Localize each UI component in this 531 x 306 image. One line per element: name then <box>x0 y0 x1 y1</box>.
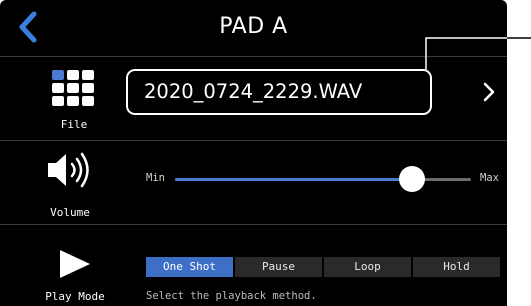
play-mode-option-loop[interactable]: Loop <box>324 257 411 277</box>
filename-text: 2020_0724_2229.WAV <box>144 80 363 103</box>
speaker-icon <box>44 150 96 190</box>
play-mode-selector: One Shot Pause Loop Hold <box>146 257 500 277</box>
play-mode-hint: Select the playback method. <box>146 290 317 302</box>
play-mode-label: Play Mode <box>45 290 105 303</box>
device-screen: PAD A File 2020_0724_2229.WAV Volume Min… <box>0 0 507 306</box>
file-label: File <box>60 118 88 131</box>
volume-label: Volume <box>50 206 90 219</box>
chevron-right-icon <box>483 82 495 102</box>
grid-icon <box>52 70 94 106</box>
slider-max-label: Max <box>480 172 499 184</box>
divider <box>0 56 507 57</box>
page-title: PAD A <box>219 14 288 39</box>
play-mode-option-hold[interactable]: Hold <box>413 257 500 277</box>
slider-min-label: Min <box>146 172 165 184</box>
play-mode-option-one-shot[interactable]: One Shot <box>146 257 233 277</box>
file-button[interactable] <box>50 68 98 108</box>
volume-slider-thumb[interactable] <box>398 166 425 192</box>
divider <box>0 140 507 141</box>
volume-slider[interactable] <box>175 166 471 192</box>
header: PAD A <box>0 0 507 52</box>
play-mode-option-pause[interactable]: Pause <box>235 257 322 277</box>
volume-slider-fill <box>175 178 412 181</box>
play-icon <box>56 248 94 280</box>
next-file-button[interactable] <box>480 80 498 104</box>
divider <box>0 224 507 225</box>
